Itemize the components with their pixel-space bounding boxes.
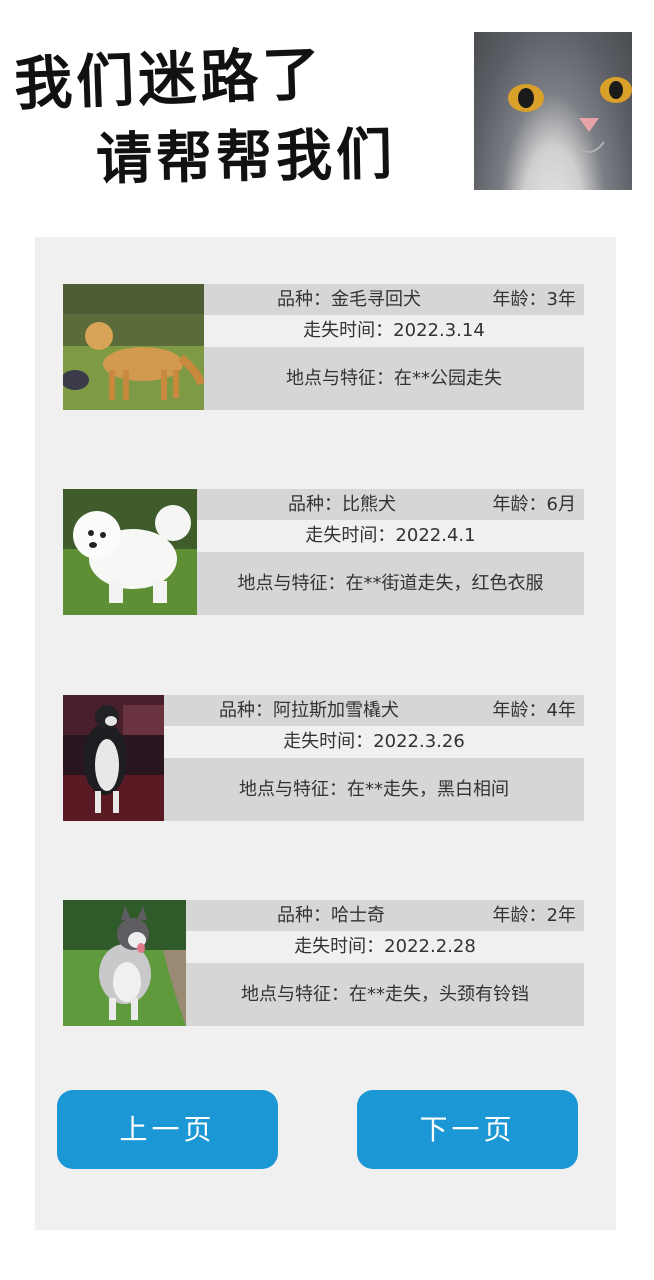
husky-photo xyxy=(63,900,186,1026)
age-label: 年龄：4年 xyxy=(492,700,576,721)
pet-info: 品种：金毛寻回犬 年龄：3年 走失时间：2022.3.14 地点与特征：在**公… xyxy=(204,284,584,410)
title-line-2: 请帮帮我们 xyxy=(95,121,397,193)
location-label: 地点与特征：在**走失，黑白相间 xyxy=(164,758,584,821)
header: 我们迷路了 请帮帮我们 xyxy=(0,0,654,215)
cat-photo xyxy=(474,32,632,190)
lost-time-label: 走失时间：2022.3.14 xyxy=(303,320,485,341)
location-label: 地点与特征：在**走失，头颈有铃铛 xyxy=(186,963,584,1026)
breed-label: 品种：阿拉斯加雪橇犬 xyxy=(219,700,399,721)
lost-time-label: 走失时间：2022.3.26 xyxy=(283,731,465,752)
location-label: 地点与特征：在**公园走失 xyxy=(204,347,584,410)
pet-card[interactable]: 品种：阿拉斯加雪橇犬 年龄：4年 走失时间：2022.3.26 地点与特征：在*… xyxy=(63,695,584,821)
pet-card[interactable]: 品种：比熊犬 年龄：6月 走失时间：2022.4.1 地点与特征：在**街道走失… xyxy=(63,489,584,615)
pet-card[interactable]: 品种：金毛寻回犬 年龄：3年 走失时间：2022.3.14 地点与特征：在**公… xyxy=(63,284,584,410)
breed-label: 品种：哈士奇 xyxy=(277,905,385,926)
age-label: 年龄：6月 xyxy=(492,494,576,515)
golden-retriever-photo xyxy=(63,284,204,410)
malamute-photo xyxy=(63,695,164,821)
prev-page-button[interactable]: 上一页 xyxy=(57,1090,278,1169)
pet-info: 品种：哈士奇 年龄：2年 走失时间：2022.2.28 地点与特征：在**走失，… xyxy=(186,900,584,1026)
bichon-photo xyxy=(63,489,197,615)
location-label: 地点与特征：在**街道走失，红色衣服 xyxy=(197,552,584,615)
lost-time-label: 走失时间：2022.4.1 xyxy=(305,525,476,546)
pet-info: 品种：比熊犬 年龄：6月 走失时间：2022.4.1 地点与特征：在**街道走失… xyxy=(197,489,584,615)
next-page-button[interactable]: 下一页 xyxy=(357,1090,578,1169)
age-label: 年龄：3年 xyxy=(492,289,576,310)
age-label: 年龄：2年 xyxy=(492,905,576,926)
breed-label: 品种：金毛寻回犬 xyxy=(277,289,421,310)
pet-info: 品种：阿拉斯加雪橇犬 年龄：4年 走失时间：2022.3.26 地点与特征：在*… xyxy=(164,695,584,821)
lost-pets-panel: 品种：金毛寻回犬 年龄：3年 走失时间：2022.3.14 地点与特征：在**公… xyxy=(35,237,616,1230)
breed-label: 品种：比熊犬 xyxy=(288,494,396,515)
title-line-1: 我们迷路了 xyxy=(13,39,326,119)
pet-card[interactable]: 品种：哈士奇 年龄：2年 走失时间：2022.2.28 地点与特征：在**走失，… xyxy=(63,900,584,1026)
lost-time-label: 走失时间：2022.2.28 xyxy=(294,936,476,957)
